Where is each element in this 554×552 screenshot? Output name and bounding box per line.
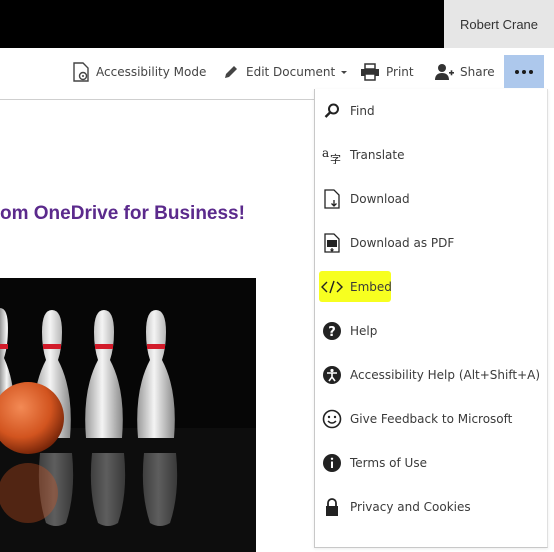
smiley-icon — [314, 409, 350, 429]
printer-icon — [361, 63, 379, 81]
share-button[interactable]: Share — [434, 60, 495, 84]
lock-icon — [314, 497, 350, 517]
menu-item-label: Download — [350, 192, 410, 206]
search-icon — [314, 103, 350, 119]
svg-text:a: a — [322, 146, 329, 160]
print-label: Print — [386, 65, 414, 79]
accessibility-document-icon — [73, 62, 89, 82]
menu-item-label: Download as PDF — [350, 236, 455, 250]
add-person-icon — [435, 64, 454, 80]
svg-text:?: ? — [328, 325, 336, 340]
help-icon: ? — [314, 321, 350, 341]
menu-item-label: Accessibility Help (Alt+Shift+A) — [350, 368, 541, 382]
menu-item-help[interactable]: ? Help — [314, 309, 546, 353]
ellipsis-icon — [515, 69, 533, 74]
menu-item-label: Find — [350, 104, 375, 118]
menu-item-label: Privacy and Cookies — [350, 500, 471, 514]
edit-document-button[interactable]: Edit Document — [222, 60, 355, 84]
pencil-icon — [225, 66, 237, 78]
menu-item-privacy[interactable]: Privacy and Cookies — [314, 485, 546, 529]
menu-item-translate[interactable]: a字 Translate — [314, 133, 546, 177]
svg-text:字: 字 — [330, 152, 341, 164]
document-heading: om OneDrive for Business! — [0, 203, 245, 224]
menu-item-accessibility-help[interactable]: Accessibility Help (Alt+Shift+A) — [314, 353, 546, 397]
print-button[interactable]: Print — [360, 60, 414, 84]
menu-item-find[interactable]: Find — [314, 89, 546, 133]
menu-item-download-pdf[interactable]: Download as PDF — [314, 221, 546, 265]
chevron-down-icon — [341, 71, 348, 74]
menu-item-embed[interactable]: Embed — [314, 265, 546, 309]
menu-item-label: Help — [350, 324, 378, 338]
menu-item-feedback[interactable]: Give Feedback to Microsoft — [314, 397, 546, 441]
accessibility-mode-label: Accessibility Mode — [96, 65, 207, 79]
share-label: Share — [460, 65, 495, 79]
document-border — [0, 99, 316, 100]
embed-icon — [314, 280, 350, 294]
info-icon — [314, 453, 350, 473]
accessibility-mode-button[interactable]: Accessibility Mode — [72, 60, 206, 84]
menu-item-label: Give Feedback to Microsoft — [350, 412, 513, 426]
user-name[interactable]: Robert Crane — [444, 0, 554, 48]
more-options-button[interactable] — [504, 55, 544, 88]
menu-item-label: Embed — [350, 280, 392, 294]
edit-document-label: Edit Document — [246, 65, 336, 79]
translate-icon: a字 — [314, 146, 350, 164]
menu-item-download[interactable]: Download — [314, 177, 546, 221]
menu-item-label: Terms of Use — [350, 456, 427, 470]
menu-item-label: Translate — [350, 148, 405, 162]
bowling-pins-image — [0, 278, 256, 552]
download-icon — [314, 189, 350, 209]
accessibility-icon — [314, 365, 350, 385]
menu-item-terms[interactable]: Terms of Use — [314, 441, 546, 485]
pdf-icon — [314, 233, 350, 253]
